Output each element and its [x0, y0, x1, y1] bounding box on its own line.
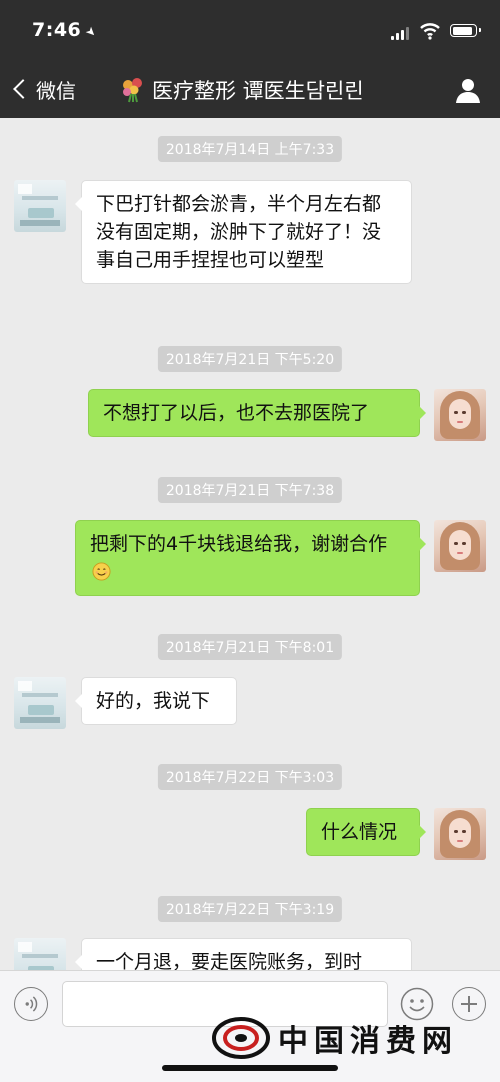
smile-emoji-icon	[92, 562, 111, 581]
home-indicator[interactable]	[162, 1065, 338, 1071]
chat-header: 微信 医疗整形 谭医生담린린	[0, 60, 500, 118]
message-bubble-received[interactable]: 下巴打针都会淤青，半个月左右都没有固定期，淤肿下了就好了！没事自己用手捏捏也可以…	[75, 180, 412, 284]
message-text: 什么情况	[321, 821, 398, 843]
timestamp: 2018年7月21日 下午7:38	[157, 477, 343, 503]
watermark-text: 中国消费网	[278, 1024, 458, 1059]
timestamp: 2018年7月22日 下午3:19	[157, 896, 343, 922]
timestamp: 2018年7月21日 下午5:20	[157, 346, 343, 372]
wifi-icon	[420, 23, 440, 40]
chat-title-text: 医疗整形 谭医生담린린	[152, 79, 364, 103]
watermark: 中国消费网	[212, 1016, 458, 1060]
message-text: 不想打了以后，也不去那医院了	[103, 402, 370, 424]
status-time: 7:46 ➤	[32, 19, 101, 41]
message-text: 好的，我说下	[96, 690, 211, 712]
bouquet-icon	[123, 78, 142, 103]
chat-title: 医疗整形 谭医生담린린	[120, 75, 364, 105]
my-avatar[interactable]	[434, 520, 486, 572]
watermark-logo-icon	[212, 1017, 270, 1059]
voice-icon[interactable]	[14, 987, 48, 1021]
chat-area[interactable]: 2018年7月14日 上午7:33 下巴打针都会淤青，半个月左右都没有固定期，淤…	[0, 118, 500, 970]
cellular-signal-icon	[391, 26, 413, 40]
my-avatar[interactable]	[434, 808, 486, 860]
contact-avatar[interactable]	[14, 677, 66, 729]
location-arrow-icon: ➤	[82, 23, 101, 41]
message-text: 一个月退，要走医院账务，到时	[96, 951, 363, 970]
my-avatar[interactable]	[434, 389, 486, 441]
message-bubble-sent[interactable]: 不想打了以后，也不去那医院了	[88, 389, 426, 437]
back-label: 微信	[36, 78, 76, 103]
battery-icon	[450, 24, 481, 37]
contact-avatar[interactable]	[14, 180, 66, 232]
back-button[interactable]: 微信	[10, 74, 76, 104]
chevron-left-icon	[13, 79, 33, 99]
person-icon[interactable]	[454, 76, 482, 104]
contact-avatar[interactable]	[14, 938, 66, 970]
status-bar: 7:46 ➤	[0, 0, 500, 60]
message-bubble-sent[interactable]: 把剩下的4千块钱退给我，谢谢合作	[75, 520, 426, 596]
message-text: 下巴打针都会淤青，半个月左右都没有固定期，淤肿下了就好了！没事自己用手捏捏也可以…	[96, 193, 382, 271]
timestamp: 2018年7月22日 下午3:03	[157, 764, 343, 790]
message-bubble-received[interactable]: 一个月退，要走医院账务，到时	[75, 938, 412, 970]
timestamp: 2018年7月14日 上午7:33	[157, 136, 343, 162]
message-bubble-received[interactable]: 好的，我说下	[75, 677, 237, 725]
message-text: 把剩下的4千块钱退给我，谢谢合作	[90, 533, 388, 555]
timestamp: 2018年7月21日 下午8:01	[157, 634, 343, 660]
message-bubble-sent[interactable]: 什么情况	[306, 808, 426, 856]
